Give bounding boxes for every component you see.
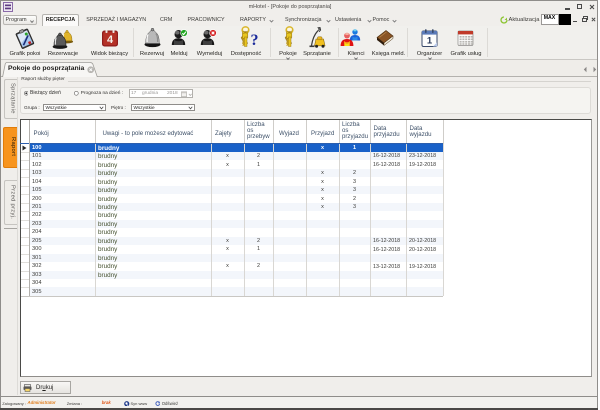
svg-text:4: 4 — [107, 34, 114, 46]
svg-text:?: ? — [251, 32, 259, 48]
svg-text:1: 1 — [427, 36, 433, 47]
